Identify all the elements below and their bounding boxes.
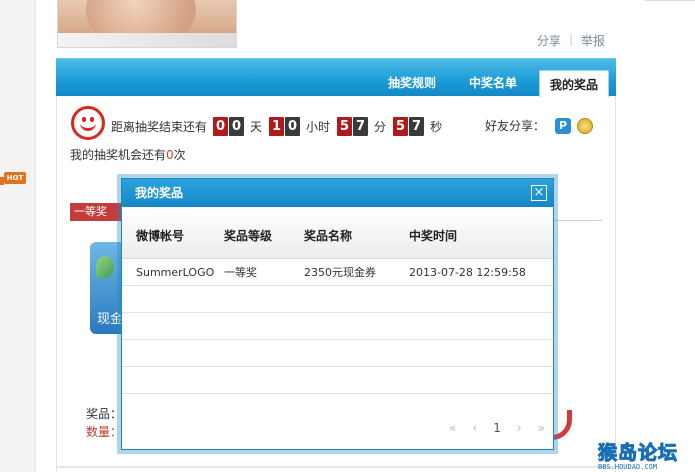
countdown-digit: 1 <box>269 117 285 136</box>
column-header: 微博帐号 <box>136 229 185 243</box>
cell-prize-name: 2350元现金券 <box>304 266 376 279</box>
avatar-shirt <box>58 33 236 47</box>
cell-account: SummerLOGO <box>136 266 215 279</box>
tab-lottery-rules[interactable]: 抽奖规则 <box>378 69 446 97</box>
countdown-timer: 距离抽奖结束还有 0 0 天 1 0 小时 5 7 分 5 7 秒 <box>111 117 449 136</box>
pagination: « ‹ 1 › » <box>449 421 545 435</box>
chance-suffix: 次 <box>173 148 186 162</box>
prev-page-button[interactable]: ‹ <box>472 421 477 435</box>
link-separator: | <box>568 32 573 46</box>
prize-card-text: 现金 <box>97 312 124 327</box>
tab-winner-list[interactable]: 中奖名单 <box>459 69 527 97</box>
countdown-digit: 5 <box>337 117 353 136</box>
quantity-label: 数量： <box>86 425 123 439</box>
chance-prefix: 我的抽奖机会还有 <box>70 148 167 162</box>
countdown-digit: 7 <box>353 117 369 136</box>
top-divider <box>645 0 695 1</box>
countdown-digit: 0 <box>229 117 245 136</box>
cell-time: 2013-07-28 12:59:58 <box>409 266 526 279</box>
watermark-url: BBS.HOUDAO.COM <box>598 463 658 471</box>
remaining-chances: 我的抽奖机会还有0次 <box>70 146 186 163</box>
left-sidebar-strip <box>0 0 36 472</box>
hot-badge: HOT <box>4 172 26 184</box>
countdown-unit-minutes: 分 <box>374 120 387 134</box>
column-header: 中奖时间 <box>409 229 458 243</box>
close-icon[interactable]: × <box>531 185 547 201</box>
smiley-icon <box>71 106 105 140</box>
countdown-unit-days: 天 <box>250 120 263 134</box>
countdown-digit: 5 <box>393 117 409 136</box>
friend-share: 好友分享： P <box>485 117 594 134</box>
countdown-digit: 0 <box>213 117 229 136</box>
dialog-header: 我的奖品 × <box>122 179 553 207</box>
forum-watermark: 猴岛论坛 BBS.HOUDAO.COM <box>598 438 695 472</box>
cell-level: 一等奖 <box>224 266 257 279</box>
countdown-digit: 7 <box>409 117 425 136</box>
countdown-unit-hours: 小时 <box>306 120 331 134</box>
post-actions: 分享 | 举报 <box>537 32 605 49</box>
watermark-title: 猴岛论坛 <box>598 442 679 465</box>
table-row <box>122 286 553 313</box>
countdown-digit: 0 <box>285 117 301 136</box>
leaf-icon <box>96 256 114 278</box>
tab-my-prizes[interactable]: 我的奖品 <box>539 70 610 97</box>
column-header: 奖品名称 <box>304 229 353 243</box>
my-prizes-dialog: 我的奖品 × 微博帐号 奖品等级 奖品名称 中奖时间 SummerLOGO 一等… <box>121 178 554 450</box>
next-page-button[interactable]: › <box>517 421 522 435</box>
countdown-unit-seconds: 秒 <box>430 120 443 134</box>
first-page-button[interactable]: « <box>449 421 456 435</box>
table-row <box>122 367 553 394</box>
user-avatar[interactable] <box>57 0 237 48</box>
table-row <box>122 340 553 367</box>
last-page-button[interactable]: » <box>538 421 545 435</box>
dialog-title: 我的奖品 <box>135 186 184 200</box>
column-header: 奖品等级 <box>224 229 273 243</box>
prize-card-image: 现金 <box>90 242 124 334</box>
countdown-label: 距离抽奖结束还有 <box>111 120 208 134</box>
share-link[interactable]: 分享 <box>537 32 561 49</box>
share-label: 好友分享： <box>485 119 546 133</box>
report-link[interactable]: 举报 <box>581 32 605 49</box>
lottery-tab-bar: 抽奖规则 中奖名单 我的奖品 <box>56 58 616 97</box>
chance-count: 0 <box>166 148 174 162</box>
panel-bottom-border <box>56 466 616 468</box>
prize-level-tag: 一等奖 <box>70 203 122 221</box>
star-share-icon[interactable] <box>577 117 594 134</box>
prize-label: 奖品： <box>86 407 123 421</box>
table-row: SummerLOGO 一等奖 2350元现金券 2013-07-28 12:59… <box>122 259 553 286</box>
qzone-share-icon[interactable]: P <box>555 117 572 134</box>
smiley-mouth <box>80 119 96 131</box>
prize-table-header: 微博帐号 奖品等级 奖品名称 中奖时间 <box>122 209 553 259</box>
table-row <box>122 313 553 340</box>
current-page[interactable]: 1 <box>493 421 501 435</box>
